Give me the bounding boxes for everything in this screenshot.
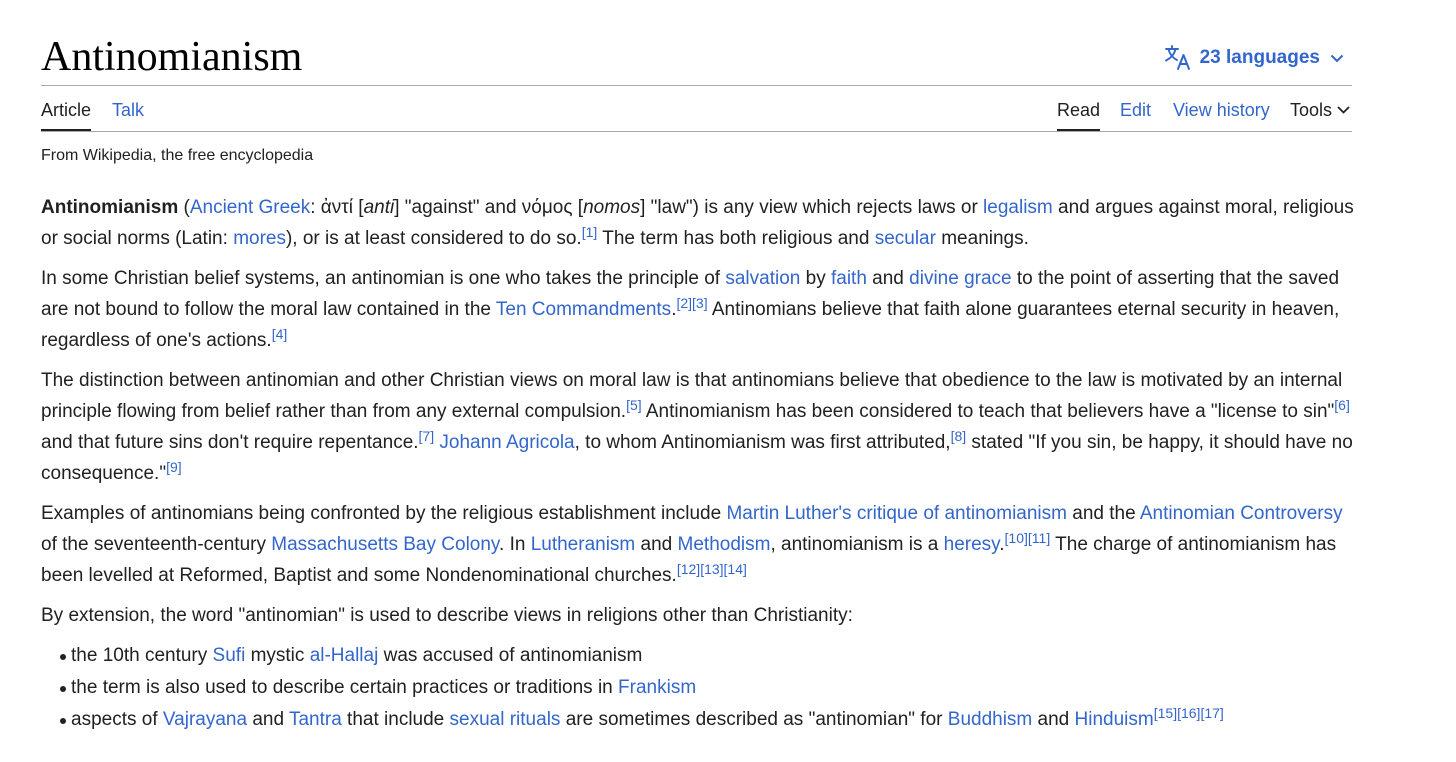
examples-list: the 10th century Sufi mystic al-Hallaj w… xyxy=(41,640,1356,736)
tools-label: Tools xyxy=(1290,100,1333,120)
article-subject: Antinomianism xyxy=(41,197,179,218)
link-mores[interactable]: mores xyxy=(233,228,286,249)
tools-menu[interactable]: Tools xyxy=(1290,100,1350,120)
reference-link[interactable]: [17] xyxy=(1200,705,1223,721)
languages-label: 23 languages xyxy=(1199,47,1320,68)
reference-link[interactable]: [3] xyxy=(692,295,708,311)
link-luther-critique[interactable]: Martin Luther's critique of antinomianis… xyxy=(726,503,1067,524)
link-tantra[interactable]: Tantra xyxy=(289,709,342,730)
link-antinomian-controversy[interactable]: Antinomian Controversy xyxy=(1140,503,1343,524)
list-item: aspects of Vajrayana and Tantra that inc… xyxy=(60,704,1356,736)
reference-link[interactable]: [10] xyxy=(1005,530,1028,546)
article-body: Antinomianism (Ancient Greek: ἀντί [anti… xyxy=(41,192,1356,736)
chevron-down-icon xyxy=(1337,106,1350,114)
link-sexual-rituals[interactable]: sexual rituals xyxy=(450,709,561,730)
reference-link[interactable]: [2] xyxy=(676,295,692,311)
reference-link[interactable]: [15] xyxy=(1154,705,1177,721)
paragraph-intro: Antinomianism (Ancient Greek: ἀντί [anti… xyxy=(41,197,1354,249)
reference-link[interactable]: [12] xyxy=(677,561,700,577)
reference-link[interactable]: [4] xyxy=(272,326,288,342)
link-secular[interactable]: secular xyxy=(875,228,936,249)
link-johann-agricola[interactable]: Johann Agricola xyxy=(439,432,574,453)
tab-read[interactable]: Read xyxy=(1057,100,1101,131)
reference-link[interactable]: [11] xyxy=(1028,530,1050,546)
chevron-down-icon xyxy=(1330,54,1344,62)
title-row: Antinomianism 23 languages xyxy=(41,30,1352,86)
link-lutheranism[interactable]: Lutheranism xyxy=(531,534,636,555)
site-tagline: From Wikipedia, the free encyclopedia xyxy=(41,147,314,164)
link-faith[interactable]: faith xyxy=(831,268,867,289)
tabs-row: Article Talk Read Edit View history Tool… xyxy=(41,86,1352,132)
reference-link[interactable]: [14] xyxy=(724,561,747,577)
link-sufi[interactable]: Sufi xyxy=(213,645,246,666)
link-al-hallaj[interactable]: al-Hallaj xyxy=(310,645,379,666)
link-divine-grace[interactable]: divine grace xyxy=(909,268,1011,289)
link-massachusetts-bay-colony[interactable]: Massachusetts Bay Colony xyxy=(271,534,499,555)
list-item: the 10th century Sufi mystic al-Hallaj w… xyxy=(60,640,1356,672)
paragraph-examples: Examples of antinomians being confronted… xyxy=(41,503,1343,586)
reference-link[interactable]: [1] xyxy=(582,224,598,240)
list-item: the term is also used to describe certai… xyxy=(60,672,1356,704)
reference-link[interactable]: [16] xyxy=(1177,705,1200,721)
link-vajrayana[interactable]: Vajrayana xyxy=(163,709,247,730)
reference-link[interactable]: [6] xyxy=(1334,397,1350,413)
tab-edit[interactable]: Edit xyxy=(1120,100,1151,120)
tab-article[interactable]: Article xyxy=(41,100,92,131)
languages-button[interactable]: 23 languages xyxy=(1164,45,1352,71)
paragraph-distinction: The distinction between antinomian and o… xyxy=(41,370,1353,484)
reference-link[interactable]: [9] xyxy=(166,459,182,475)
tab-talk[interactable]: Talk xyxy=(112,100,144,120)
link-heresy[interactable]: heresy xyxy=(944,534,1000,555)
reference-link[interactable]: [8] xyxy=(951,428,967,444)
wikipedia-article-page: Antinomianism 23 languages Article Talk … xyxy=(0,0,1456,762)
reference-link[interactable]: [13] xyxy=(700,561,723,577)
translate-icon xyxy=(1164,45,1190,70)
link-methodism[interactable]: Methodism xyxy=(678,534,771,555)
reference-link[interactable]: [7] xyxy=(419,428,435,444)
link-hinduism[interactable]: Hinduism xyxy=(1075,709,1154,730)
link-salvation[interactable]: salvation xyxy=(725,268,800,289)
paragraph-extension: By extension, the word "antinomian" is u… xyxy=(41,605,853,626)
link-ten-commandments[interactable]: Ten Commandments xyxy=(496,299,671,320)
tab-view-history[interactable]: View history xyxy=(1173,100,1270,120)
paragraph-christian-belief: In some Christian belief systems, an ant… xyxy=(41,268,1340,351)
page-title: Antinomianism xyxy=(41,34,303,80)
link-buddhism[interactable]: Buddhism xyxy=(948,709,1033,730)
link-legalism[interactable]: legalism xyxy=(983,197,1053,218)
link-ancient-greek[interactable]: Ancient Greek xyxy=(190,197,310,218)
link-frankism[interactable]: Frankism xyxy=(618,677,696,698)
reference-link[interactable]: [5] xyxy=(626,397,642,413)
